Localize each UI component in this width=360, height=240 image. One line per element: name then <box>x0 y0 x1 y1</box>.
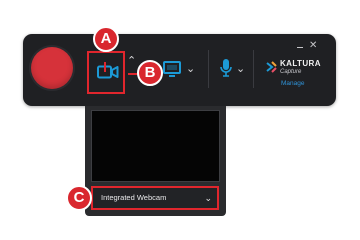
minimize-icon[interactable] <box>297 47 303 48</box>
kaltura-logo-icon <box>266 61 277 73</box>
monitor-icon[interactable] <box>163 61 183 77</box>
toolbar-divider <box>208 50 209 88</box>
screen-options-chevron-down-icon[interactable]: ⌄ <box>186 64 195 75</box>
camera-options-chevron-up-icon[interactable]: ⌃ <box>127 56 136 67</box>
callout-c: C <box>66 185 92 211</box>
toolbar-divider <box>253 50 254 88</box>
mic-options-chevron-down-icon[interactable]: ⌄ <box>236 64 245 75</box>
chevron-down-icon: ⌄ <box>204 193 212 203</box>
close-icon[interactable]: ✕ <box>309 41 317 51</box>
brand-name: KALTURA <box>280 59 321 68</box>
brand-subtitle: Capture <box>280 69 302 75</box>
record-button[interactable] <box>31 47 73 89</box>
manage-link[interactable]: Manage <box>281 80 305 88</box>
webcam-select[interactable]: Integrated Webcam ⌄ <box>91 186 219 210</box>
webcam-select-value: Integrated Webcam <box>101 193 167 202</box>
camera-toggle-button[interactable] <box>87 51 125 94</box>
callout-a-line <box>104 62 106 72</box>
video-camera-icon <box>97 65 119 79</box>
webcam-preview <box>91 110 220 182</box>
callout-b: B <box>137 60 163 86</box>
callout-a: A <box>93 26 119 52</box>
microphone-icon[interactable] <box>220 58 232 78</box>
